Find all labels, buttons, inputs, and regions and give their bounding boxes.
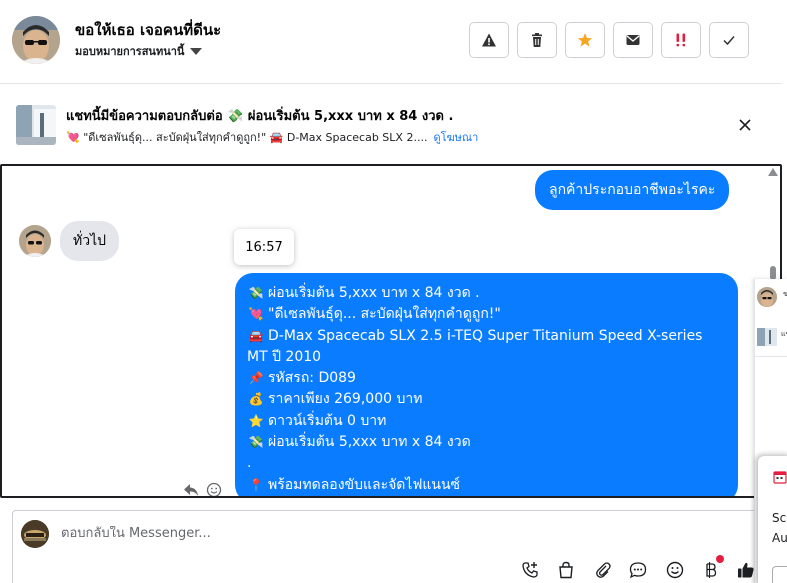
money-wings-icon: 💸 (248, 435, 264, 450)
priority-button[interactable] (661, 22, 701, 58)
message-line: 📌 รหัสรถ: D089 (247, 368, 726, 389)
mark-done-button[interactable] (709, 22, 749, 58)
message-line: 💸 ผ่อนเริ่มต้น 5,xxx บาท x 84 งวด . (247, 283, 726, 304)
star-button[interactable] (565, 22, 605, 58)
banner-subtitle: 💘 "ดีเซลพันธุ์ดุ... สะบัดฝุ่นใส่ทุกคำดูถ… (66, 128, 478, 146)
attach-button[interactable] (593, 560, 613, 580)
close-icon (739, 119, 751, 131)
divider (755, 356, 787, 357)
side-popup-card: Sc Au (758, 456, 787, 583)
message-line: 💸 ผ่อนเริ่มต้น 5,xxx บาท x 84 งวด (247, 432, 726, 453)
assign-label: มอบหมายการสนทนานี้ (75, 45, 185, 58)
check-icon (723, 36, 735, 46)
trash-icon (532, 33, 542, 47)
notification-dot (716, 555, 724, 563)
warning-button[interactable] (469, 22, 509, 58)
side-row-text: ข (783, 290, 787, 298)
currency-icon (706, 562, 717, 578)
conversation-header: ขอให้เธอ เจอคนที่ดีนะ มอบหมายการสนทนานี้ (0, 0, 782, 84)
message-line: 💘 "ดีเซลพันธุ์ดุ... สะบัดฝุ่นใส่ทุกคำดูถู… (247, 304, 726, 325)
money-wings-icon: 💸 (248, 286, 264, 300)
ad-reply-banner: แชทนี้มีข้อความตอบกลับต่อ 💸 ผ่อนเริ่มต้น… (0, 85, 782, 163)
caret-down-icon (190, 47, 203, 55)
message-composer (12, 510, 764, 583)
message-line: 💰 ราคาเพียง 269,000 บาท (247, 389, 726, 410)
mail-icon (626, 35, 640, 45)
mark-unread-button[interactable] (613, 22, 653, 58)
page-avatar (21, 520, 49, 548)
message-thread[interactable]: ลูกค้าประกอบอาชีพอะไรคะ ทั่วไป 16:57 💸 ผ่… (0, 164, 782, 498)
car-icon: 🚘 (248, 328, 264, 343)
scrollbar-thumb[interactable] (770, 266, 776, 280)
thumbs-up-icon (738, 562, 754, 578)
assign-conversation-dropdown[interactable]: มอบหมายการสนทนานี้ (75, 42, 203, 60)
message-line: . (247, 455, 252, 472)
like-button[interactable] (736, 560, 756, 580)
delete-button[interactable] (517, 22, 557, 58)
outgoing-message[interactable]: ลูกค้าประกอบอาชีพอะไรคะ (535, 170, 730, 210)
outgoing-ad-message[interactable]: 💸 ผ่อนเริ่มต้น 5,xxx บาท x 84 งวด . 💘 "ดีเ… (235, 273, 738, 496)
contact-name: ขอให้เธอ เจอคนที่ดีนะ (75, 21, 222, 39)
pushpin-icon: 📌 (248, 371, 264, 386)
ad-thumbnail (16, 105, 56, 145)
contact-avatar-small[interactable] (19, 225, 51, 257)
shopping-bag-icon (559, 561, 573, 579)
message-line: 🚘 D-Max Spacecab SLX 2.5 i-TEQ Super Tita… (247, 326, 726, 347)
popup-text-1: Sc (772, 511, 787, 525)
view-ad-link[interactable]: ดูโฆษณา (433, 131, 478, 144)
message-line: MT ปี 2010 (247, 348, 322, 365)
calendar-icon (773, 471, 787, 484)
side-ad-thumbnail (757, 328, 777, 346)
popup-text-2: Au (772, 531, 787, 545)
reply-icon[interactable] (183, 483, 199, 497)
message-line: ⭐ ดาวน์เริ่มต้น 0 บาท (247, 411, 726, 432)
priority-icon (676, 33, 686, 47)
banner-ad-text: 💘 "ดีเซลพันธุ์ดุ... สะบัดฝุ่นใส่ทุกคำดูถ… (66, 131, 428, 144)
side-contact-avatar[interactable] (757, 287, 777, 307)
add-contact-button[interactable] (520, 560, 540, 580)
message-line: 📍 พร้อมทดลองขับและจัดไฟแนนซ์ (247, 475, 726, 496)
payment-button[interactable] (700, 560, 720, 580)
emoji-button[interactable] (665, 560, 685, 580)
chat-bubble-icon (629, 562, 647, 579)
round-pushpin-icon: 📍 (248, 477, 264, 492)
reply-input[interactable] (61, 526, 461, 541)
warning-icon (482, 33, 496, 47)
incoming-message[interactable]: ทั่วไป (60, 221, 120, 261)
add-contact-icon (522, 562, 538, 578)
side-row-text: แช (781, 330, 787, 338)
banner-title: แชทนี้มีข้อความตอบกลับต่อ 💸 ผ่อนเริ่มต้น… (66, 109, 454, 124)
star-icon: ⭐ (248, 413, 264, 428)
timestamp-tooltip: 16:57 (234, 229, 294, 265)
side-panel: ข แช Sc Au (754, 279, 787, 583)
star-icon (577, 33, 593, 47)
close-banner-button[interactable] (735, 115, 755, 135)
contact-avatar[interactable] (12, 16, 60, 64)
react-icon[interactable] (206, 482, 222, 498)
shop-button[interactable] (556, 560, 576, 580)
heart-arrow-icon: 💘 (248, 307, 264, 322)
popup-button[interactable] (772, 566, 787, 583)
paperclip-icon (596, 562, 611, 578)
money-bag-icon: 💰 (248, 392, 264, 407)
emoji-icon (666, 561, 684, 579)
scroll-up-arrow-icon[interactable] (768, 168, 778, 176)
saved-replies-button[interactable] (628, 560, 648, 580)
